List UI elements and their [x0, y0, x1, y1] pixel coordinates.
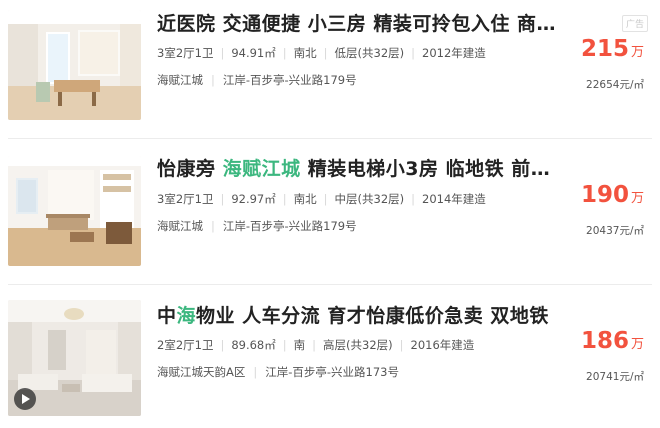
listing-photo[interactable]	[8, 156, 141, 266]
separator: |	[253, 365, 258, 379]
separator: |	[323, 192, 328, 206]
community-link[interactable]: 海赋江城天韵A区	[157, 365, 245, 379]
listing-location: 海赋江城 | 江岸-百步亭-兴业路179号	[157, 218, 357, 234]
floor: 中层(共32层)	[334, 192, 405, 206]
title-text: 物业 人车分流 育才怡康低价急卖 双地铁	[196, 305, 549, 327]
listing-attributes: 3室2厅1卫 | 94.91㎡ | 南北 | 低层(共32层) | 2012年建造	[157, 45, 486, 61]
total-price: 190 万	[581, 182, 644, 208]
price-unit: 万	[630, 45, 644, 60]
listing-title[interactable]: 怡康旁 海赋江城 精装电梯小3房 临地铁 前后无遮挡	[157, 155, 562, 183]
separator: |	[411, 192, 415, 206]
area: 94.91㎡	[231, 46, 276, 60]
address: 江岸-百步亭-兴业路179号	[222, 219, 357, 233]
separator: |	[312, 338, 317, 352]
separator: |	[220, 46, 225, 60]
orientation: 南北	[293, 46, 317, 60]
price-value: 190	[580, 182, 629, 208]
listing-location: 海赋江城天韵A区 | 江岸-百步亭-兴业路173号	[157, 364, 399, 380]
divider	[8, 138, 652, 139]
address: 江岸-百步亭-兴业路179号	[222, 73, 357, 87]
total-price: 215 万	[581, 36, 644, 62]
price-unit: 万	[630, 337, 644, 352]
total-price: 186 万	[581, 328, 644, 354]
separator: |	[211, 73, 215, 87]
separator: |	[282, 192, 287, 206]
unit-price: 20741元/㎡	[586, 371, 644, 383]
title-text: 精装电梯小3房 临地铁 前后无遮挡	[307, 158, 562, 180]
divider	[8, 284, 652, 285]
listing-title[interactable]: 近医院 交通便捷 小三房 精装可拎包入住 商圈成熟	[157, 10, 562, 38]
floor: 低层(共32层)	[334, 46, 405, 60]
video-play-icon[interactable]	[14, 388, 36, 410]
title-text: 怡康旁	[157, 158, 223, 180]
layout: 2室2厅1卫	[157, 338, 214, 352]
title-highlight: 海	[176, 305, 197, 327]
listing-photo[interactable]	[8, 10, 141, 120]
title-highlight: 海赋江城	[222, 158, 301, 180]
separator: |	[399, 338, 404, 352]
separator: |	[282, 46, 287, 60]
price-value: 215	[580, 36, 629, 62]
separator: |	[211, 219, 215, 233]
orientation: 南	[293, 338, 306, 352]
title-text: 近医院 交通便捷 小三房 精装可拎包入住 商圈成熟	[157, 13, 562, 35]
layout: 3室2厅1卫	[157, 192, 214, 206]
separator: |	[282, 338, 287, 352]
area: 92.97㎡	[231, 192, 276, 206]
layout: 3室2厅1卫	[157, 46, 214, 60]
listing-card[interactable]: 中海物业 人车分流 育才怡康低价急卖 双地铁 2室2厅1卫 | 89.68㎡ | 南 | 高…	[0, 292, 660, 428]
listing-photo[interactable]	[8, 300, 141, 416]
community-link[interactable]: 海赋江城	[157, 219, 203, 233]
community-link[interactable]: 海赋江城	[157, 73, 203, 87]
price-unit: 万	[630, 191, 644, 206]
listing-attributes: 2室2厅1卫 | 89.68㎡ | 南 | 高层(共32层) | 2016年建造	[157, 337, 474, 353]
build-year: 2016年建造	[410, 338, 475, 352]
ad-tag: 广告	[621, 15, 648, 32]
floor: 高层(共32层)	[323, 338, 393, 352]
listing-list: 近医院 交通便捷 小三房 精装可拎包入住 商圈成熟 广告 3室2厅1卫 | 94.9…	[0, 0, 660, 424]
listing-location: 海赋江城 | 江岸-百步亭-兴业路179号	[157, 72, 357, 88]
listing-attributes: 3室2厅1卫 | 92.97㎡ | 南北 | 中层(共32层) | 2014年建造	[157, 191, 486, 207]
separator: |	[220, 338, 225, 352]
unit-price: 22654元/㎡	[586, 79, 644, 91]
listing-card[interactable]: 怡康旁 海赋江城 精装电梯小3房 临地铁 前后无遮挡 3室2厅1卫 | 92.97㎡…	[0, 146, 660, 282]
area: 89.68㎡	[231, 338, 276, 352]
orientation: 南北	[293, 192, 317, 206]
build-year: 2012年建造	[422, 46, 486, 60]
separator: |	[220, 192, 225, 206]
address: 江岸-百步亭-兴业路173号	[265, 365, 399, 379]
separator: |	[411, 46, 415, 60]
unit-price: 20437元/㎡	[586, 225, 644, 237]
title-text: 中	[157, 305, 177, 327]
price-value: 186	[580, 328, 629, 354]
build-year: 2014年建造	[422, 192, 486, 206]
listing-title[interactable]: 中海物业 人车分流 育才怡康低价急卖 双地铁	[157, 302, 562, 330]
separator: |	[323, 46, 328, 60]
listing-card[interactable]: 近医院 交通便捷 小三房 精装可拎包入住 商圈成熟 广告 3室2厅1卫 | 94.9…	[0, 0, 660, 136]
